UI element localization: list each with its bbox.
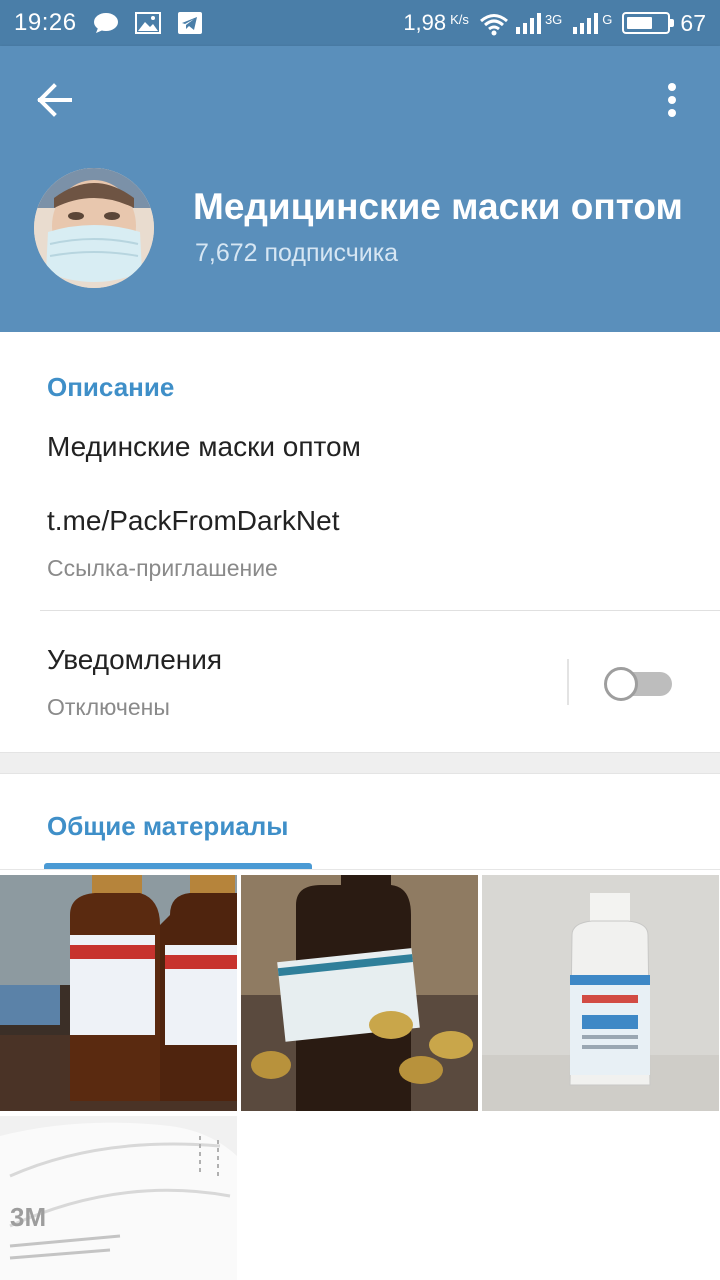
antiseptic-bottles-photo [0, 875, 237, 1111]
invite-link[interactable]: t.me/PackFromDarkNet [47, 505, 340, 537]
telegram-icon [177, 12, 203, 34]
vertical-separator [567, 659, 569, 705]
toggle-knob [604, 667, 638, 701]
antiseptic-bottle-closeup-photo [241, 875, 478, 1111]
media-item-antiseptic-bottles[interactable] [0, 875, 237, 1111]
chat-bubble-icon [93, 12, 119, 34]
network-type-2: G [602, 11, 613, 27]
notifications-row[interactable]: Уведомления Отключены [0, 611, 720, 751]
section-separator [0, 752, 720, 774]
channel-avatar[interactable] [34, 168, 154, 288]
subscriber-count: 7,672 подписчика [195, 239, 399, 267]
invite-link-caption: Ссылка-приглашение [47, 555, 278, 581]
network-type-1: 3G [544, 11, 563, 27]
mask-brand-text: 3M [10, 1202, 46, 1232]
image-icon [134, 12, 161, 34]
more-menu-button[interactable] [654, 80, 690, 120]
avatar-photo [34, 168, 154, 288]
battery-level: 67 [680, 9, 706, 36]
back-arrow-icon [37, 83, 72, 117]
signal-icon [572, 12, 599, 34]
respirator-mask-photo: 3M [0, 1116, 237, 1280]
battery-icon [622, 12, 675, 34]
network-speed: 1,98 [403, 10, 447, 35]
network-speed-unit: K/s [450, 11, 469, 27]
channel-header: Медицинские маски оптом 7,672 подписчика [0, 46, 720, 332]
tab-shared-media[interactable]: Общие материалы [47, 811, 288, 842]
signal-icon [515, 12, 541, 34]
plastic-bottle-photo [482, 875, 719, 1111]
notifications-label: Уведомления [47, 644, 223, 675]
more-vert-icon [668, 83, 676, 117]
notifications-toggle[interactable] [604, 667, 672, 701]
back-button[interactable] [30, 80, 80, 120]
notifications-status: Отключены [47, 694, 170, 720]
wifi-icon [479, 12, 508, 36]
media-item-plastic-bottle[interactable] [482, 875, 719, 1111]
shared-media-section: Общие материалы 3M [0, 774, 720, 1280]
channel-title: Медицинские маски оптом [193, 186, 683, 227]
description-section-title: Описание [47, 372, 175, 402]
tab-underline [0, 869, 720, 870]
media-item-respirator-mask[interactable]: 3M [0, 1116, 237, 1280]
info-section: Описание Мединские маски оптом t.me/Pack… [0, 332, 720, 752]
status-time: 19:26 [14, 9, 77, 36]
status-bar: 19:26 1,98 K/s 3G G 67 [0, 0, 720, 46]
media-item-antiseptic-closeup[interactable] [241, 875, 478, 1111]
channel-description: Мединские маски оптом [47, 431, 361, 462]
